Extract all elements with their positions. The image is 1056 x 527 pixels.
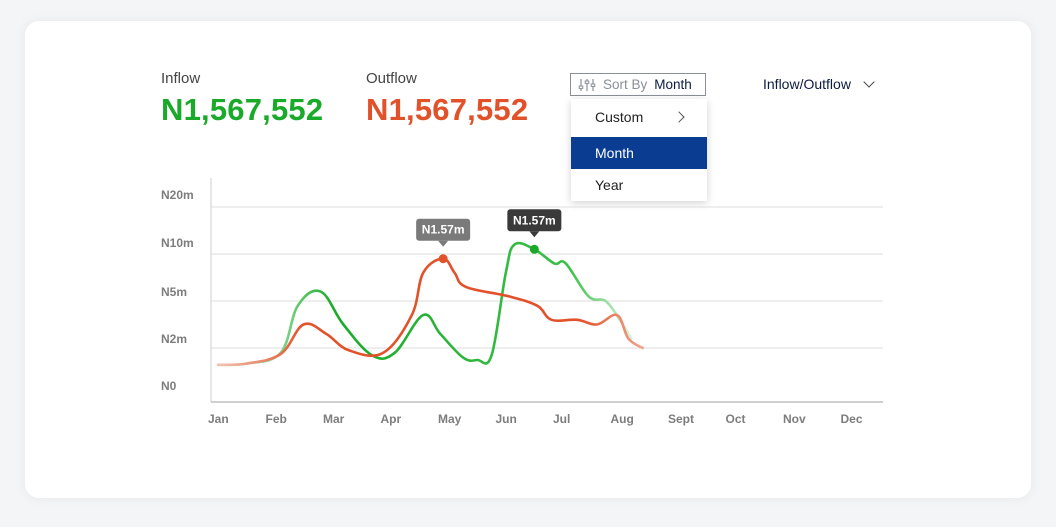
sort-option-label: Custom: [595, 109, 644, 125]
chevron-right-icon: [673, 111, 685, 123]
sort-by-label: Sort By: [603, 77, 648, 92]
view-toggle-dropdown[interactable]: Inflow/Outflow: [763, 75, 875, 92]
sort-option-custom[interactable]: Custom: [571, 101, 707, 133]
view-toggle-label: Inflow/Outflow: [763, 76, 851, 92]
sort-option-label: Month: [595, 145, 634, 161]
sort-menu: Custom Month Year: [571, 99, 707, 201]
sliders-icon: [577, 78, 597, 92]
inflow-label: Inflow: [161, 70, 201, 87]
sort-by-value: Month: [654, 77, 692, 92]
outflow-value: N1,567,552: [366, 92, 529, 127]
sort-by-dropdown[interactable]: Sort By Month: [570, 73, 706, 96]
sort-option-month[interactable]: Month: [571, 137, 707, 169]
inflow-value: N1,567,552: [161, 92, 324, 127]
outflow-label: Outflow: [366, 70, 417, 87]
sort-option-year[interactable]: Year: [571, 169, 707, 201]
chevron-down-icon: [863, 75, 875, 88]
sort-option-label: Year: [595, 177, 624, 193]
